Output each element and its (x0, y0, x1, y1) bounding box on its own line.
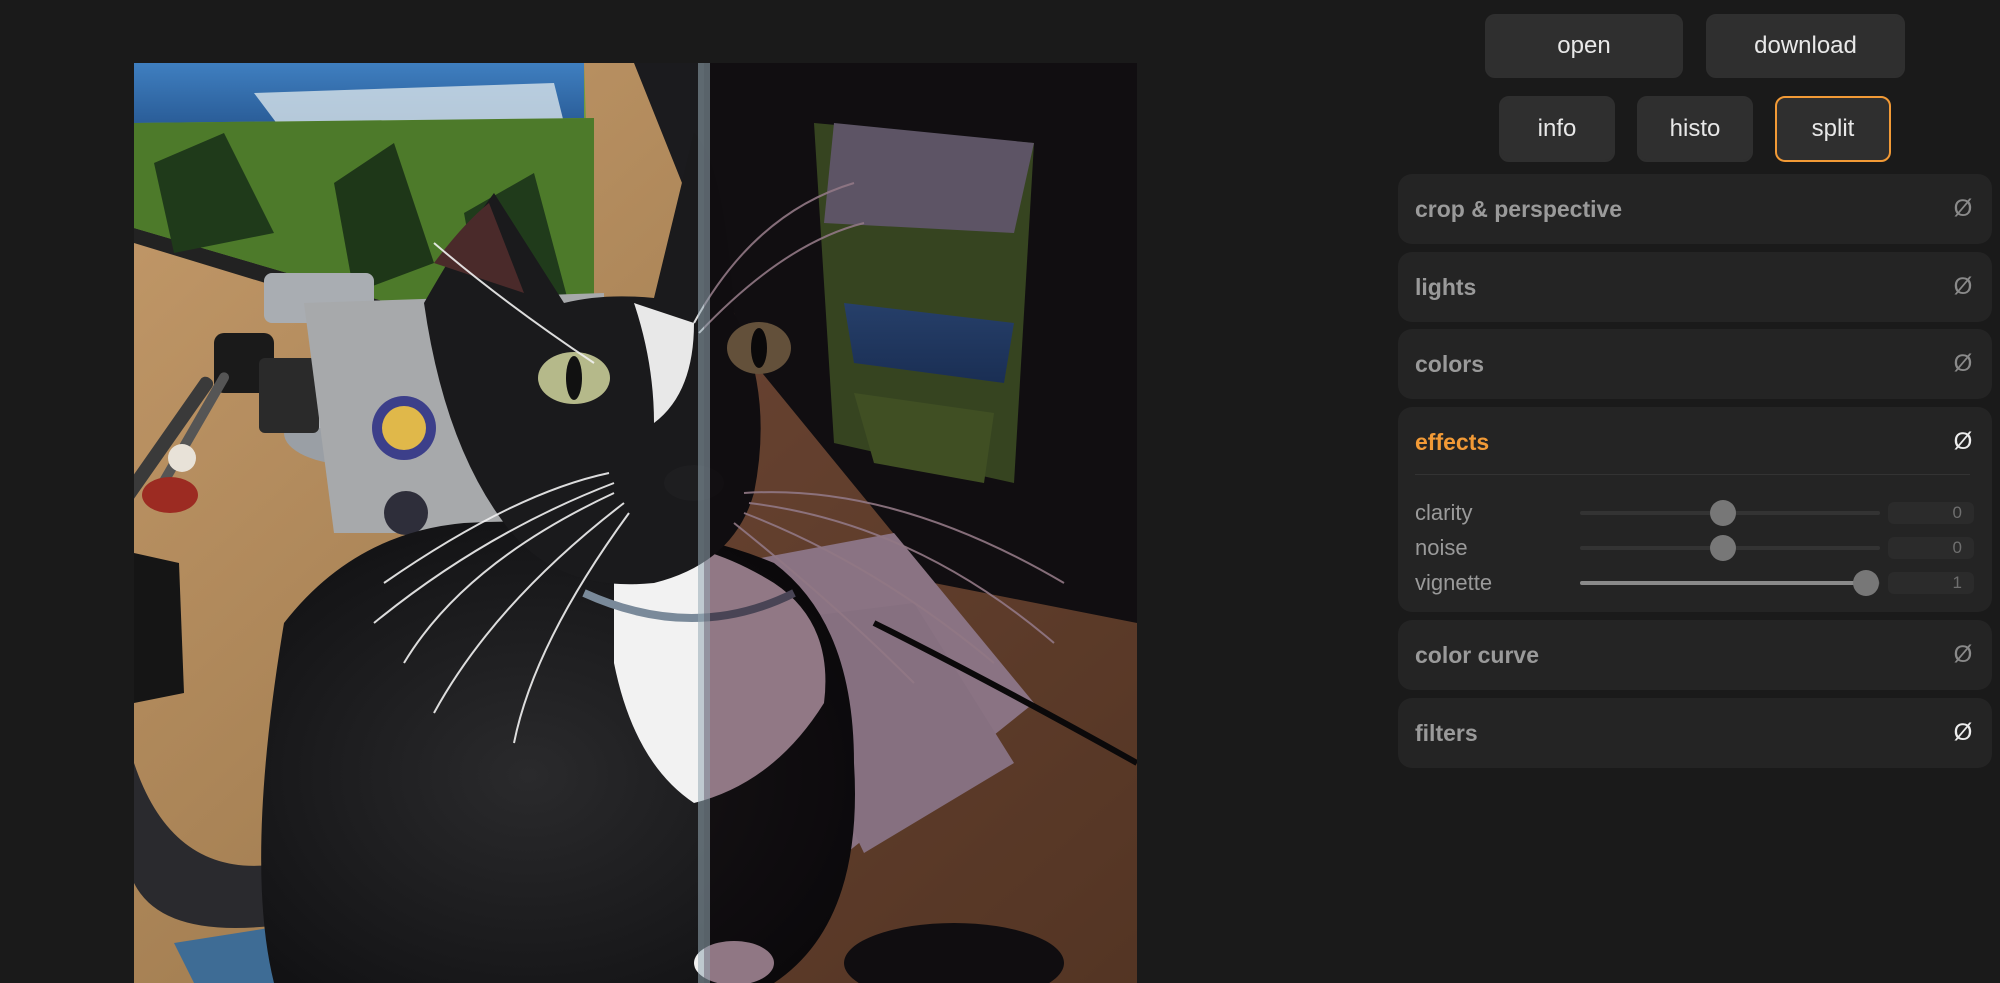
noise-label: noise (1415, 535, 1468, 560)
slider-fill (1580, 581, 1867, 585)
reset-icon[interactable]: Ø (1952, 719, 1974, 747)
reset-icon[interactable]: Ø (1952, 350, 1974, 378)
panel-title: color curve (1415, 641, 1539, 668)
noise-value-input[interactable] (1888, 537, 1974, 559)
download-button[interactable]: download (1706, 14, 1905, 78)
split-divider-handle[interactable] (698, 63, 710, 983)
panel-title: effects (1415, 428, 1490, 455)
reset-icon[interactable]: Ø (1952, 195, 1974, 223)
reset-icon[interactable]: Ø (1952, 273, 1974, 301)
panel-header-lights[interactable]: lights Ø (1398, 252, 1992, 322)
reset-icon[interactable]: Ø (1952, 641, 1974, 669)
photo-canvas[interactable] (134, 63, 1137, 983)
clarity-label: clarity (1415, 500, 1473, 525)
control-row-clarity: clarity (1415, 498, 1974, 528)
panel-header-color-curve[interactable]: color curve Ø (1398, 620, 1992, 690)
vignette-label: vignette (1415, 570, 1493, 595)
panel-divider (1415, 474, 1970, 475)
panel-colors: colors Ø (1398, 329, 1992, 399)
panel-lights: lights Ø (1398, 252, 1992, 322)
panel-title: crop & perspective (1415, 195, 1623, 222)
panel-header-effects[interactable]: effects Ø (1398, 407, 1992, 477)
panel-header-colors[interactable]: colors Ø (1398, 329, 1992, 399)
panel-crop-perspective: crop & perspective Ø (1398, 174, 1992, 244)
panel-header-crop-perspective[interactable]: crop & perspective Ø (1398, 174, 1992, 244)
panel-title: lights (1415, 273, 1477, 300)
vignette-value-input[interactable] (1888, 572, 1974, 594)
clarity-slider[interactable] (1580, 498, 1880, 528)
histo-button[interactable]: histo (1637, 96, 1753, 162)
panel-filters: filters Ø (1398, 698, 1992, 768)
panel-header-filters[interactable]: filters Ø (1398, 698, 1992, 768)
split-after-overlay (704, 63, 1137, 983)
slider-knob[interactable] (1853, 570, 1880, 596)
vignette-slider[interactable] (1580, 568, 1880, 598)
app-window: open download info histo split crop & pe… (0, 0, 2000, 983)
panel-effects: effects Ø clarity noise vignette (1398, 407, 1992, 612)
slider-knob[interactable] (1710, 535, 1737, 561)
open-button[interactable]: open (1485, 14, 1683, 78)
clarity-value-input[interactable] (1888, 502, 1974, 524)
info-button[interactable]: info (1499, 96, 1615, 162)
panel-title: colors (1415, 350, 1485, 377)
slider-knob[interactable] (1710, 500, 1737, 526)
panel-title: filters (1415, 719, 1478, 746)
split-button[interactable]: split (1775, 96, 1891, 162)
control-row-noise: noise (1415, 533, 1974, 563)
panel-color-curve: color curve Ø (1398, 620, 1992, 690)
noise-slider[interactable] (1580, 533, 1880, 563)
control-row-vignette: vignette (1415, 568, 1974, 598)
reset-icon[interactable]: Ø (1952, 428, 1974, 456)
